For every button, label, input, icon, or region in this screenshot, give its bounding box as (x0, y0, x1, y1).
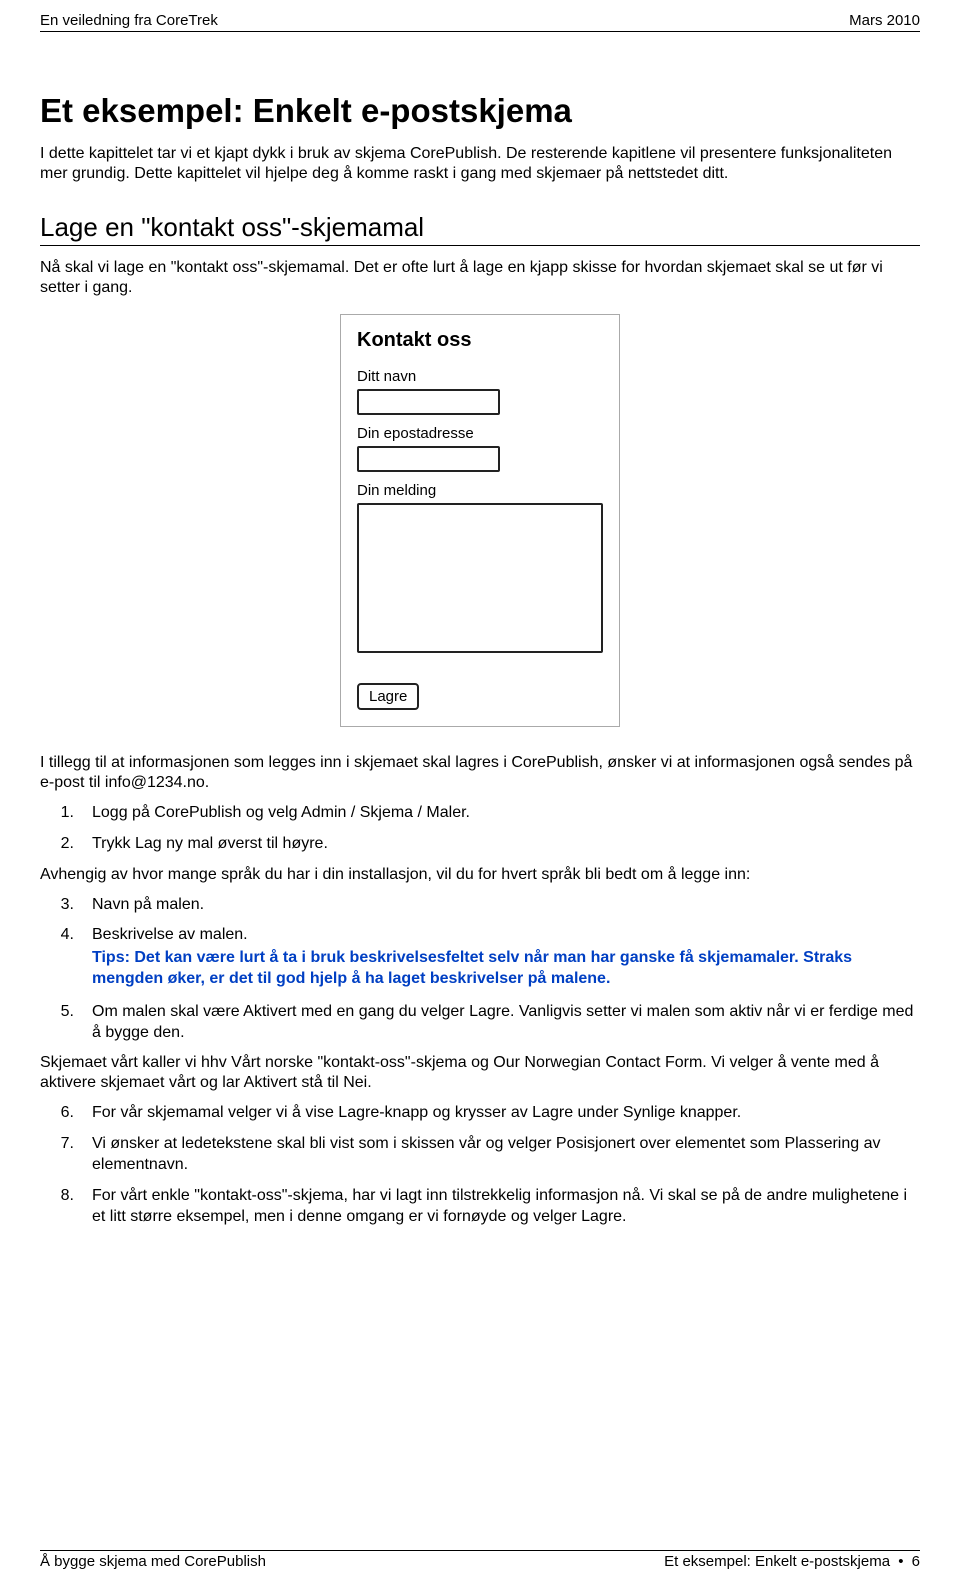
step-item: 7. Vi ønsker at ledetekstene skal bli vi… (40, 1134, 920, 1176)
step-text: Trykk Lag ny mal øverst til høyre. (92, 834, 920, 855)
sketch-input-name (357, 389, 500, 415)
step-item: 2. Trykk Lag ny mal øverst til høyre. (40, 834, 920, 855)
sketch-label-message: Din melding (357, 482, 603, 499)
footer-section: Et eksempel: Enkelt e-postskjema (664, 1553, 890, 1570)
section-intro: Nå skal vi lage en "kontakt oss"-skjemam… (40, 258, 920, 298)
sketch-input-email (357, 446, 500, 472)
footer-right: Et eksempel: Enkelt e-postskjema • 6 (664, 1553, 920, 1570)
step-item: 6. For vår skjemamal velger vi å vise La… (40, 1103, 920, 1124)
sketch-label-name: Ditt navn (357, 368, 603, 385)
step-text: For vår skjemamal velger vi å vise Lagre… (92, 1103, 920, 1124)
header-right: Mars 2010 (849, 12, 920, 29)
step-text: Beskrivelse av malen. (92, 925, 920, 946)
step-number: 7. (40, 1134, 92, 1176)
mid-paragraph-1: Avhengig av hvor mange språk du har i di… (40, 865, 920, 885)
steps-list-3: 6. For vår skjemamal velger vi å vise La… (40, 1103, 920, 1227)
mid-paragraph-2: Skjemaet vårt kaller vi hhv Vårt norske … (40, 1053, 920, 1093)
step-item: 4. Beskrivelse av malen. Tips: Det kan v… (40, 925, 920, 991)
step-number: 2. (40, 834, 92, 855)
steps-list-2: 3. Navn på malen. 4. Beskrivelse av male… (40, 895, 920, 1044)
step-text: For vårt enkle "kontakt-oss"-skjema, har… (92, 1186, 920, 1228)
footer-page-number: 6 (912, 1553, 920, 1570)
step-text: Navn på malen. (92, 895, 920, 916)
header-left: En veiledning fra CoreTrek (40, 12, 218, 29)
sketch-figure: Kontakt oss Ditt navn Din epostadresse D… (40, 314, 920, 727)
sketch-label-email: Din epostadresse (357, 425, 603, 442)
steps-list-1: 1. Logg på CorePublish og velg Admin / S… (40, 803, 920, 855)
page-header: En veiledning fra CoreTrek Mars 2010 (40, 12, 920, 32)
page-title: Et eksempel: Enkelt e-postskjema (40, 92, 920, 130)
step-number: 6. (40, 1103, 92, 1124)
step-item: 3. Navn på malen. (40, 895, 920, 916)
footer-bullet: • (898, 1553, 903, 1570)
step-number: 8. (40, 1186, 92, 1228)
intro-paragraph: I dette kapittelet tar vi et kjapt dykk … (40, 144, 920, 184)
contact-form-sketch: Kontakt oss Ditt navn Din epostadresse D… (340, 314, 620, 727)
step-text: Om malen skal være Aktivert med en gang … (92, 1002, 920, 1044)
step-item: 5. Om malen skal være Aktivert med en ga… (40, 1002, 920, 1044)
step-number: 5. (40, 1002, 92, 1044)
after-sketch-paragraph: I tillegg til at informasjonen som legge… (40, 753, 920, 793)
sketch-title: Kontakt oss (357, 329, 603, 352)
step-text: Logg på CorePublish og velg Admin / Skje… (92, 803, 920, 824)
section-heading: Lage en "kontakt oss"-skjemamal (40, 212, 920, 246)
step-item: 8. For vårt enkle "kontakt-oss"-skjema, … (40, 1186, 920, 1228)
step-text: Vi ønsker at ledetekstene skal bli vist … (92, 1134, 920, 1176)
footer-left: Å bygge skjema med CorePublish (40, 1553, 266, 1570)
step-number: 4. (40, 925, 92, 991)
step-number: 3. (40, 895, 92, 916)
sketch-save-button: Lagre (357, 683, 419, 710)
sketch-textarea-message (357, 503, 603, 653)
tip-text: Tips: Det kan være lurt å ta i bruk besk… (92, 948, 920, 990)
step-item: 1. Logg på CorePublish og velg Admin / S… (40, 803, 920, 824)
page-footer: Å bygge skjema med CorePublish Et eksemp… (40, 1550, 920, 1570)
step-number: 1. (40, 803, 92, 824)
